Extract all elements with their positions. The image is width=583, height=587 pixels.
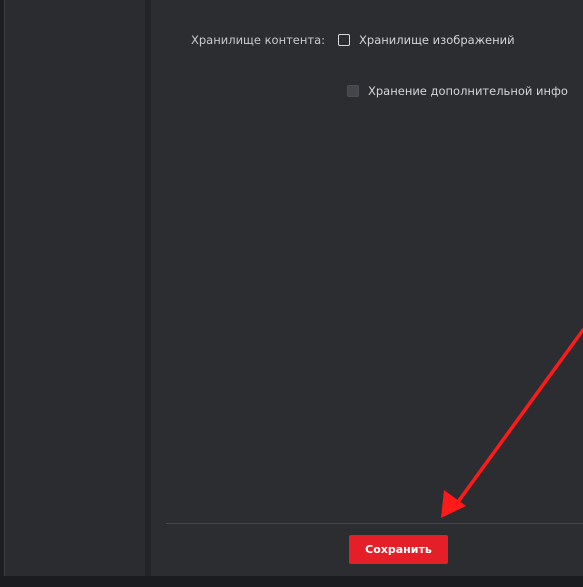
- extra-info-storage-row: Хранение дополнительной инфо: [347, 84, 568, 98]
- image-storage-label[interactable]: Хранилище изображений: [359, 33, 515, 47]
- content-storage-label: Хранилище контента:: [191, 33, 326, 47]
- footer-divider: [166, 523, 583, 524]
- content-storage-row: Хранилище контента: Хранилище изображени…: [191, 33, 515, 47]
- app-window: Хранилище контента: Хранилище изображени…: [0, 0, 583, 587]
- bottom-strip: [0, 576, 583, 587]
- save-button[interactable]: Сохранить: [349, 535, 448, 564]
- left-panel: [5, 0, 145, 576]
- image-storage-checkbox[interactable]: [338, 34, 351, 46]
- extra-info-storage-label[interactable]: Хранение дополнительной инфо: [368, 84, 568, 98]
- extra-info-storage-checkbox[interactable]: [347, 85, 359, 97]
